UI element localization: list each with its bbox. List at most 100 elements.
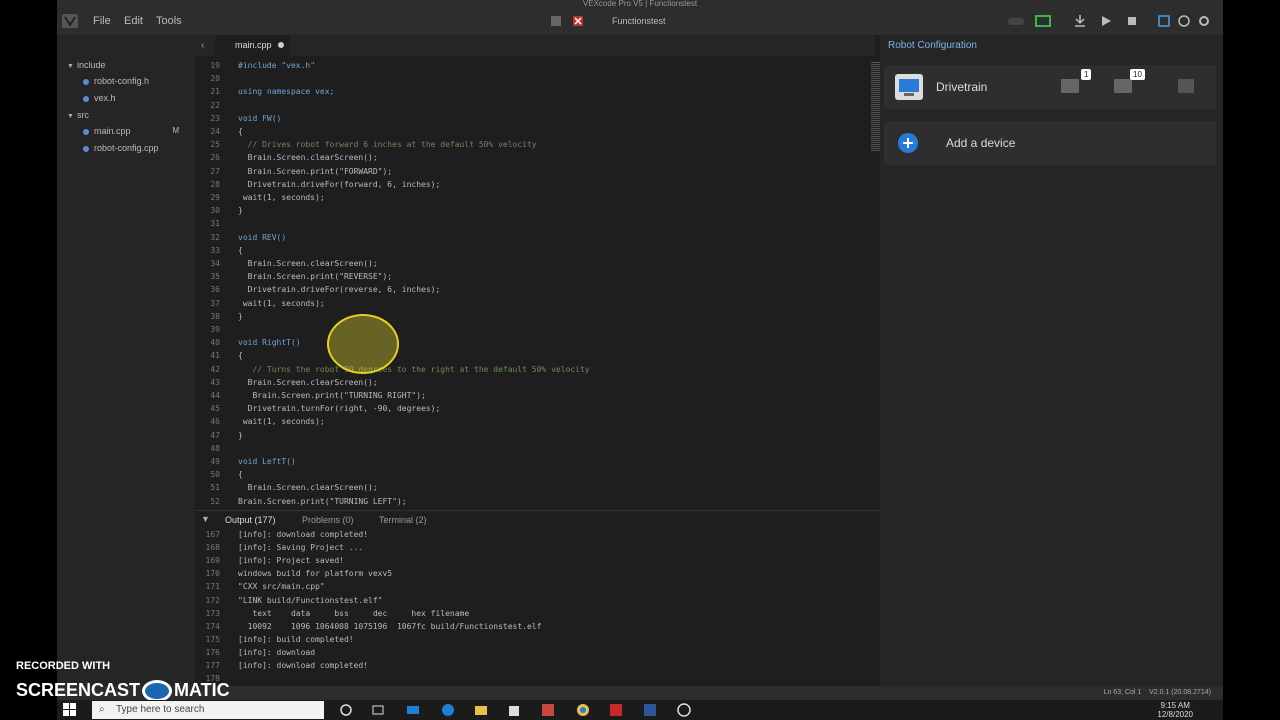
tab-main-cpp[interactable]: main.cpp (215, 35, 290, 56)
file-main-cpp[interactable]: main.cpp M (83, 123, 189, 139)
code-line[interactable]: 42 // Turns the robot 90 degrees to the … (195, 363, 867, 376)
code-line[interactable]: 39 (195, 323, 867, 336)
download-icon[interactable] (1073, 14, 1087, 28)
unsaved-dot-icon[interactable] (277, 42, 284, 48)
menu-tools[interactable]: Tools (156, 8, 182, 35)
teams-icon[interactable] (541, 703, 555, 717)
code-line[interactable]: 24 { (195, 125, 867, 138)
code-line[interactable]: 32 void REV() (195, 231, 867, 244)
code-line[interactable]: 50 { (195, 468, 867, 481)
code-line[interactable]: 25 // Drives robot forward 6 inches at t… (195, 138, 867, 151)
code-line[interactable]: 44 Brain.Screen.print("TURNING RIGHT"); (195, 389, 867, 402)
code-line[interactable]: 35 Brain.Screen.print("REVERSE"); (195, 270, 867, 283)
code-line[interactable]: 26 Brain.Screen.clearScreen(); (195, 151, 867, 164)
tree-label: vex.h (94, 93, 116, 103)
code-line[interactable]: 33 { (195, 244, 867, 257)
line-number: 22 (210, 100, 220, 110)
code-line[interactable]: 48 (195, 442, 867, 455)
system-clock[interactable]: 9:15 AM 12/8/2020 (1157, 701, 1193, 719)
line-source: Brain.Screen.print("REVERSE"); (238, 272, 393, 282)
code-line[interactable]: 34 Brain.Screen.clearScreen(); (195, 257, 867, 270)
line-source: Brain.Screen.clearScreen(); (238, 377, 378, 387)
code-line[interactable]: 47} (195, 429, 867, 442)
line-number: 42 (210, 364, 220, 374)
screencast-taskbar-icon[interactable] (677, 703, 691, 717)
gyro-icon (1178, 79, 1194, 93)
file-vex-h[interactable]: vex.h (83, 90, 116, 106)
code-line[interactable]: 49 void LeftT() (195, 455, 867, 468)
chevron-down-icon: ▼ (67, 113, 74, 120)
device-icon[interactable] (549, 14, 563, 28)
taskbar-search[interactable]: ⌕ Type here to search (92, 701, 324, 719)
line-number: 43 (210, 377, 220, 387)
tab-terminal[interactable]: Terminal (2) (379, 511, 427, 529)
code-line[interactable]: 41 { (195, 349, 867, 362)
line-number: 25 (210, 140, 220, 150)
tab-output[interactable]: Output (177) (225, 511, 276, 529)
brain-icon[interactable] (1035, 14, 1051, 28)
store-icon[interactable] (507, 703, 521, 717)
code-line[interactable]: 31 (195, 217, 867, 230)
chevron-left-icon[interactable]: ‹ (201, 40, 204, 51)
line-source: void RightT() (238, 338, 301, 348)
tab-problems[interactable]: Problems (0) (302, 511, 354, 529)
menu-file[interactable]: File (93, 8, 111, 35)
code-line[interactable]: 23 void FW() (195, 112, 867, 125)
code-line[interactable]: 38} (195, 310, 867, 323)
line-source: Drivetrain.turnFor(right, -90, degrees); (238, 404, 441, 414)
play-icon[interactable] (1099, 14, 1113, 28)
code-line[interactable]: 37 wait(1, seconds); (195, 297, 867, 310)
task-view-icon[interactable] (371, 703, 385, 717)
code-line[interactable]: 52 Brain.Screen.print("TURNING LEFT"); (195, 495, 867, 508)
code-line[interactable]: 19 #include "vex.h" (195, 59, 867, 72)
folder-include[interactable]: ▼ include (67, 57, 106, 73)
windows-start-icon[interactable] (63, 703, 77, 717)
code-line[interactable]: 29 wait(1, seconds); (195, 191, 867, 204)
code-line[interactable]: 43 Brain.Screen.clearScreen(); (195, 376, 867, 389)
file-robot-config-cpp[interactable]: robot-config.cpp (83, 140, 159, 156)
cortana-icon[interactable] (339, 703, 353, 717)
screen-letterbox-left (0, 0, 57, 700)
line-source: wait(1, seconds); (238, 298, 325, 308)
cursor-position: Ln 63, Col 1 (1103, 689, 1142, 696)
code-editor[interactable]: 19 #include "vex.h" 20 21 using namespace ve… (195, 56, 867, 510)
code-line[interactable]: 22 (195, 99, 867, 112)
code-line[interactable]: 20 (195, 72, 867, 85)
code-line[interactable]: 27 Brain.Screen.print("FORWARD"); (195, 165, 867, 178)
code-line[interactable]: 36 Drivetrain.driveFor(reverse, 6, inche… (195, 283, 867, 296)
file-explorer-icon[interactable] (474, 703, 488, 717)
menu-edit[interactable]: Edit (124, 8, 143, 35)
folder-src[interactable]: ▼ src (67, 107, 89, 123)
drivetrain-card[interactable]: Drivetrain 1 10 (884, 65, 1216, 109)
code-line[interactable]: 51 Brain.Screen.clearScreen(); (195, 481, 867, 494)
device-info-icon[interactable] (1157, 14, 1171, 28)
edge-icon[interactable] (441, 703, 455, 717)
stop-icon[interactable] (1125, 14, 1139, 28)
add-device-card[interactable]: Add a device (884, 121, 1216, 165)
line-source: void LeftT() (238, 457, 296, 466)
word-icon[interactable] (643, 703, 657, 717)
code-line[interactable]: 40 void RightT() (195, 336, 867, 349)
code-line[interactable]: 46 wait(1, seconds); (195, 415, 867, 428)
settings-icon[interactable] (1197, 14, 1211, 28)
help-icon[interactable] (1177, 14, 1191, 28)
code-line[interactable]: 30} (195, 204, 867, 217)
line-number: 37 (210, 298, 220, 308)
line-number: 21 (210, 87, 220, 97)
chrome-icon[interactable] (576, 703, 590, 717)
output-line: 177 [info]: download completed! (195, 659, 895, 672)
file-robot-config-h[interactable]: robot-config.h (83, 73, 149, 89)
screencast-logo-icon (142, 680, 173, 703)
tree-label: robot-config.h (94, 76, 150, 86)
status-bar: Ln 63, Col 1 V2.0.1 (20.08.2714) (57, 686, 1223, 700)
chevron-down-icon[interactable]: ▼ (201, 514, 210, 524)
code-line[interactable]: 21 using namespace vex; (195, 85, 867, 98)
controller-slot-icon[interactable] (571, 14, 585, 28)
controller-icon[interactable] (1007, 14, 1024, 28)
project-name[interactable]: Functionstest (612, 8, 666, 35)
code-line[interactable]: 28 Drivetrain.driveFor(forward, 6, inche… (195, 178, 867, 191)
mail-icon[interactable] (406, 703, 420, 717)
line-source: Brain.Screen.clearScreen(); (238, 483, 378, 493)
vexcode-taskbar-icon[interactable] (609, 703, 623, 717)
code-line[interactable]: 45 Drivetrain.turnFor(right, -90, degree… (195, 402, 867, 415)
